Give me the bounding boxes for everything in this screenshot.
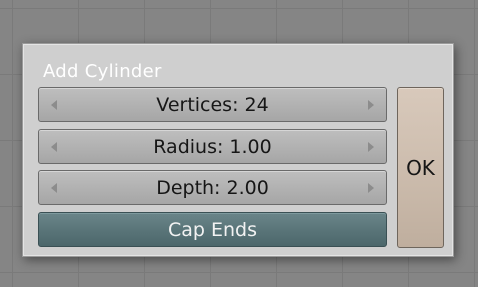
add-cylinder-dialog: Add Cylinder Vertices: 24 Radius: 1.00 D… — [22, 43, 454, 257]
ok-button[interactable]: OK — [397, 87, 444, 248]
increment-arrow-icon[interactable] — [368, 99, 374, 110]
cap-ends-toggle[interactable]: Cap Ends — [38, 212, 387, 247]
decrement-arrow-icon[interactable] — [51, 99, 57, 110]
vertices-field[interactable]: Vertices: 24 — [38, 87, 387, 122]
radius-field-label: Radius: 1.00 — [153, 135, 272, 158]
increment-arrow-icon[interactable] — [368, 182, 374, 193]
cap-ends-toggle-label: Cap Ends — [167, 218, 258, 241]
decrement-arrow-icon[interactable] — [51, 141, 57, 152]
radius-field[interactable]: Radius: 1.00 — [38, 129, 387, 164]
dialog-title: Add Cylinder — [43, 61, 162, 82]
decrement-arrow-icon[interactable] — [51, 182, 57, 193]
increment-arrow-icon[interactable] — [368, 141, 374, 152]
depth-field-label: Depth: 2.00 — [156, 176, 269, 199]
ok-button-label: OK — [406, 155, 435, 180]
depth-field[interactable]: Depth: 2.00 — [38, 170, 387, 205]
vertices-field-label: Vertices: 24 — [156, 93, 269, 116]
